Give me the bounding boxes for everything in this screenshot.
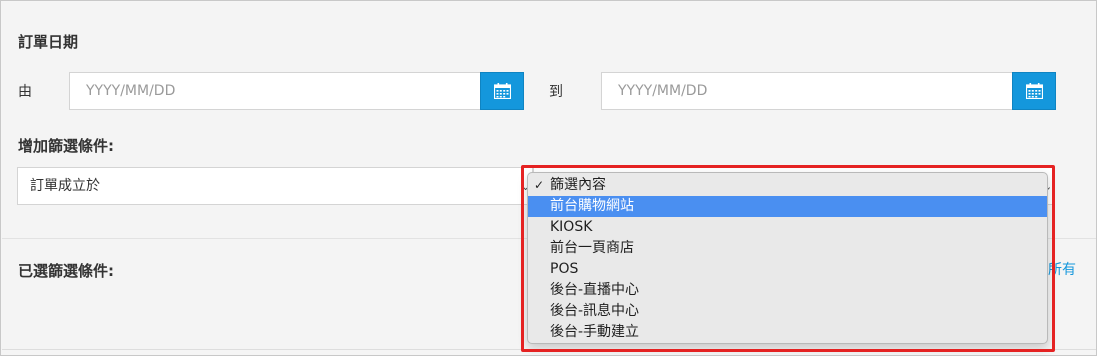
dropdown-option[interactable]: POS — [528, 259, 1047, 280]
dropdown-option-label: 前台購物網站 — [550, 198, 634, 214]
dropdown-option[interactable]: 後台-直播中心 — [528, 280, 1047, 301]
dropdown-option-label: 後台-手動建立 — [550, 324, 640, 340]
calendar-icon — [1025, 83, 1043, 99]
dropdown-option[interactable]: 後台-手動建立 — [528, 322, 1047, 343]
dropdown-option-label: POS — [550, 261, 579, 277]
filter-value-dropdown: ✓ 篩選內容 前台購物網站 KIOSK 前台一頁商店 POS 後台-直播中心 後… — [527, 172, 1048, 344]
dropdown-option[interactable]: 後台-訊息中心 — [528, 301, 1047, 322]
checkmark-icon: ✓ — [534, 178, 545, 192]
dropdown-option-label: 篩選內容 — [550, 177, 606, 193]
from-label: 由 — [18, 84, 32, 100]
from-date-input[interactable]: YYYY/MM/DD — [69, 72, 481, 110]
dropdown-option[interactable]: 前台一頁商店 — [528, 238, 1047, 259]
clear-all-link[interactable]: 所有 — [1048, 259, 1076, 279]
filter-field-select[interactable]: 訂單成立於 — [17, 167, 533, 205]
bottom-divider — [2, 349, 1096, 350]
from-calendar-button[interactable] — [480, 72, 524, 110]
selected-filters-title: 已選篩選條件: — [18, 262, 114, 280]
calendar-icon — [493, 83, 511, 99]
dropdown-option-label: 後台-直播中心 — [550, 282, 640, 298]
dropdown-option[interactable]: 前台購物網站 — [528, 196, 1047, 217]
dropdown-option-label: 前台一頁商店 — [550, 240, 634, 256]
to-label: 到 — [549, 84, 563, 100]
dropdown-option[interactable]: KIOSK — [528, 217, 1047, 238]
to-date-input[interactable]: YYYY/MM/DD — [601, 72, 1013, 110]
to-calendar-button[interactable] — [1012, 72, 1056, 110]
order-date-title: 訂單日期 — [18, 33, 79, 51]
add-filter-title: 增加篩選條件: — [18, 137, 114, 155]
dropdown-option-label: 後台-訊息中心 — [550, 303, 640, 319]
dropdown-option-label: KIOSK — [550, 219, 593, 235]
dropdown-option[interactable]: ✓ 篩選內容 — [528, 175, 1047, 196]
